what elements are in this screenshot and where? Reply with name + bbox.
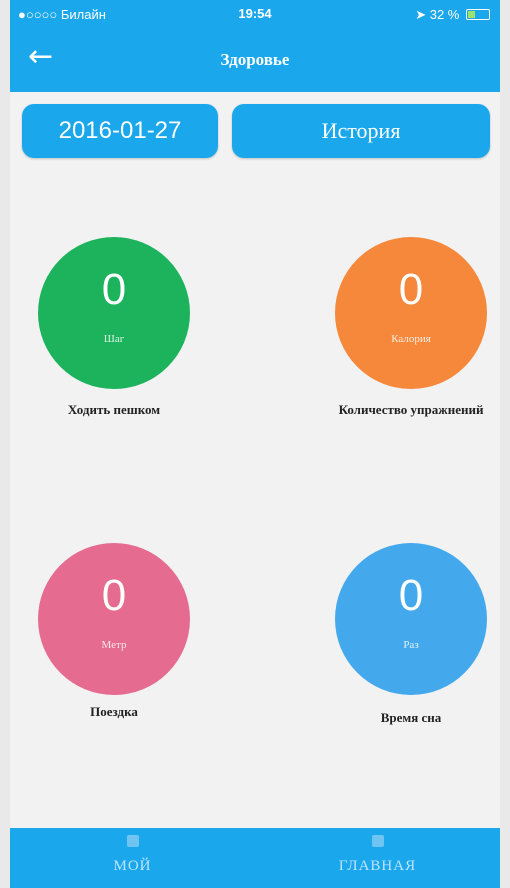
steps-circle[interactable]: 0 Шаг bbox=[38, 237, 190, 389]
tab-main[interactable]: ГЛАВНАЯ bbox=[255, 828, 500, 888]
sleep-unit: Раз bbox=[403, 639, 419, 651]
tab-my[interactable]: МОЙ bbox=[10, 828, 255, 888]
trip-label: Поездка bbox=[90, 704, 138, 719]
exercise-label: Количество упражнений bbox=[338, 402, 484, 417]
battery-percent: 32 % bbox=[429, 7, 460, 22]
battery-icon bbox=[466, 9, 490, 20]
sleep-circle[interactable]: 0 Раз bbox=[335, 543, 487, 695]
home-icon bbox=[255, 834, 500, 848]
distance-value: 0 bbox=[101, 571, 127, 620]
phone-screen: ●○○○○ Билайн 19:54 ➤ 32 % ← Здоровье 201… bbox=[10, 0, 500, 888]
location-icon: ➤ bbox=[415, 7, 427, 22]
steps-unit: Шаг bbox=[103, 333, 125, 345]
status-bar: ●○○○○ Билайн 19:54 ➤ 32 % bbox=[10, 0, 500, 30]
calories-circle[interactable]: 0 Калория bbox=[335, 237, 487, 389]
distance-circle[interactable]: 0 Метр bbox=[38, 543, 190, 695]
user-icon bbox=[10, 834, 255, 848]
sleep-value: 0 bbox=[398, 571, 424, 620]
distance-unit: Метр bbox=[101, 639, 127, 651]
bottom-tab-bar: МОЙ ГЛАВНАЯ bbox=[10, 828, 500, 888]
page-title: Здоровье bbox=[220, 50, 290, 69]
battery-indicator: ➤ 32 % bbox=[415, 7, 490, 23]
steps-value: 0 bbox=[101, 265, 127, 314]
tab-main-label: ГЛАВНАЯ bbox=[338, 858, 417, 874]
nav-bar: ← Здоровье bbox=[10, 30, 500, 92]
tab-my-label: МОЙ bbox=[113, 858, 152, 874]
tab-row: 2016-01-27 История bbox=[10, 92, 500, 172]
walking-label: Ходить пешком bbox=[67, 402, 161, 417]
calories-value: 0 bbox=[398, 265, 424, 314]
date-button[interactable]: 2016-01-27 bbox=[22, 104, 218, 158]
sleep-label: Время сна bbox=[380, 710, 442, 725]
calories-unit: Калория bbox=[391, 333, 431, 345]
history-button[interactable]: История bbox=[232, 104, 490, 158]
